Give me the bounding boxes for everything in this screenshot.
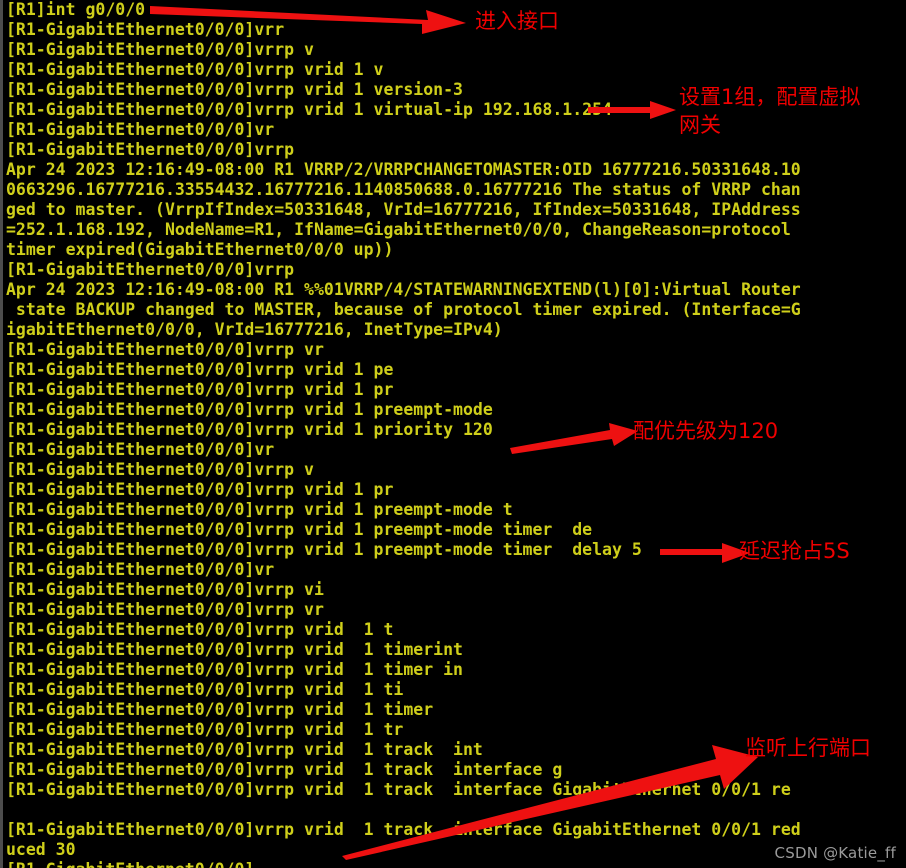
terminal-line: [R1-GigabitEthernet0/0/0]vrrp	[6, 140, 295, 159]
terminal-line: [R1-GigabitEthernet0/0/0]vrrp vrid 1 t	[6, 620, 394, 639]
terminal-line: [R1-GigabitEthernet0/0/0]vrrp vrid 1 pr	[6, 380, 394, 399]
terminal-line: [R1-GigabitEthernet0/0/0]vrrp vrid 1 tim…	[6, 700, 434, 719]
terminal-line: igabitEthernet0/0/0, VrId=16777216, Inet…	[6, 320, 503, 339]
annotation-set-group-vip: 设置1组，配置虚拟	[679, 85, 861, 109]
annotation-set-group-vip-line2: 网关	[679, 113, 721, 137]
terminal-window[interactable]: [R1]int g0/0/0 [R1-GigabitEthernet0/0/0]v…	[0, 0, 906, 868]
watermark-label: CSDN @Katie_ff	[774, 844, 896, 862]
terminal-line: [R1-GigabitEthernet0/0/0]vrr	[6, 20, 285, 39]
terminal-line: state BACKUP changed to MASTER, because …	[6, 300, 801, 319]
terminal-line: [R1-GigabitEthernet0/0/0]vrrp vr	[6, 600, 324, 619]
terminal-line: [R1-GigabitEthernet0/0/0]vrrp vrid 1 pre…	[6, 520, 593, 539]
annotation-set-priority-120: 配优先级为120	[633, 419, 779, 443]
terminal-line: [R1-GigabitEthernet0/0/0]vrrp vrid 1 pe	[6, 360, 394, 379]
window-left-edge	[0, 0, 3, 868]
terminal-line: Apr 24 2023 12:16:49-08:00 R1 VRRP/2/VRR…	[6, 160, 801, 179]
annotation-enter-interface: 进入接口	[475, 9, 559, 33]
annotation-track-uplink-port: 监听上行端口	[745, 736, 871, 760]
terminal-line: =252.1.168.192, NodeName=R1, IfName=Giga…	[6, 220, 791, 239]
terminal-line: [R1-GigabitEthernet0/0/0]vrrp vi	[6, 580, 324, 599]
terminal-line: [R1-GigabitEthernet0/0/0]vr	[6, 120, 275, 139]
terminal-line: [R1-GigabitEthernet0/0/0]vrrp	[6, 260, 295, 279]
terminal-line: [R1-GigabitEthernet0/0/0]vrrp vrid 1 tra…	[6, 780, 791, 799]
terminal-line: [R1-GigabitEthernet0/0/0]vrrp vrid 1 pre…	[6, 500, 513, 519]
terminal-line: [R1-GigabitEthernet0/0/0]vrrp vrid 1 pre…	[6, 400, 493, 419]
terminal-line: ged to master. (VrrpIfIndex=50331648, Vr…	[6, 200, 801, 219]
terminal-line: Apr 24 2023 12:16:49-08:00 R1 %%01VRRP/4…	[6, 280, 801, 299]
terminal-line: [R1-GigabitEthernet0/0/0]vrrp vrid 1 pr	[6, 480, 394, 499]
terminal-line: uced 30	[6, 840, 76, 859]
terminal-line: timer expired(GigabitEthernet0/0/0 up))	[6, 240, 394, 259]
terminal-line: [R1-GigabitEthernet0/0/0]	[6, 860, 906, 868]
terminal-line: [R1-GigabitEthernet0/0/0]vrrp vrid 1 ti	[6, 680, 404, 699]
terminal-line: [R1-GigabitEthernet0/0/0]vrrp vr	[6, 340, 324, 359]
terminal-line: [R1-GigabitEthernet0/0/0]vrrp vrid 1 v	[6, 60, 384, 79]
terminal-line: [R1-GigabitEthernet0/0/0]vrrp vrid 1 tra…	[6, 820, 801, 839]
terminal-line: [R1-GigabitEthernet0/0/0]vrrp vrid 1 tra…	[6, 760, 563, 779]
terminal-line: [R1-GigabitEthernet0/0/0]vrrp v	[6, 460, 314, 479]
terminal-line: 0663296.16777216.33554432.16777216.11408…	[6, 180, 801, 199]
terminal-line: [R1-GigabitEthernet0/0/0]vrrp vrid 1 tim…	[6, 660, 463, 679]
annotation-preempt-delay-5s: 延迟抢占5S	[739, 539, 850, 563]
terminal-line: [R1-GigabitEthernet0/0/0]vrrp v	[6, 40, 314, 59]
terminal-line: [R1-GigabitEthernet0/0/0]vrrp vrid 1 tim…	[6, 640, 463, 659]
terminal-line: [R1]int g0/0/0	[6, 0, 146, 19]
